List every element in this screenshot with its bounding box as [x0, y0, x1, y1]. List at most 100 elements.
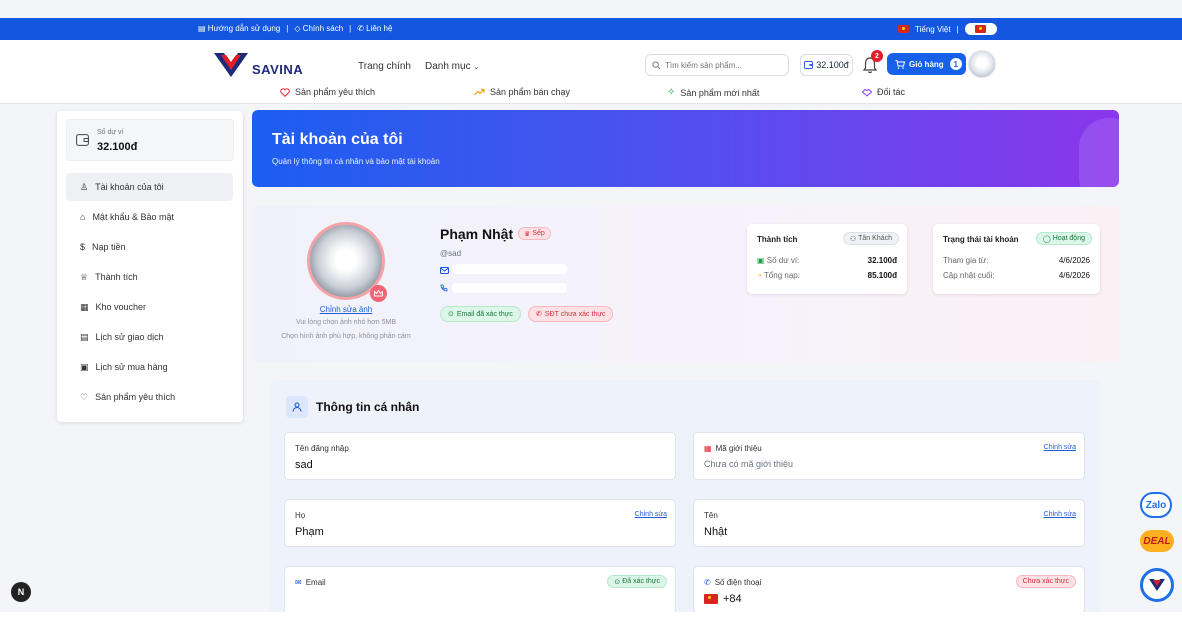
email-field: ✉ Email ⊙ Đã xác thực — [284, 566, 676, 614]
phone-icon: ✆ — [536, 311, 542, 318]
page-banner: Tài khoản của tôi Quản lý thông tin cá n… — [252, 110, 1119, 187]
lock-icon: ⌂ — [80, 212, 86, 222]
email-verified-badge: ⊙ Đã xác thực — [607, 575, 667, 588]
profile-summary: Chỉnh sửa ảnh Vui lòng chọn ảnh nhỏ hơn … — [252, 206, 1119, 362]
profile-name: Phạm Nhật — [440, 226, 514, 242]
edit-referral-link[interactable]: Chỉnh sửa — [1044, 444, 1076, 451]
deal-button[interactable]: DEAL — [1140, 530, 1174, 552]
gift-icon: ▦ — [80, 301, 89, 312]
phone-icon — [440, 284, 448, 292]
bottom-strip — [0, 612, 1182, 622]
sidebar-item-account[interactable]: ♙ Tài khoản của tôi — [66, 173, 233, 201]
user-icon: ♙ — [80, 181, 89, 192]
account-status-card: Trạng thái tài khoản ◯ Hoạt động Tham gia… — [933, 224, 1100, 294]
sidebar-item-security[interactable]: ⌂ Mật khẩu & Bảo mật — [66, 203, 233, 231]
phone-unverified-tag: ✆ SĐT chưa xác thực — [528, 306, 614, 322]
email-verified-tag: ⊙ Email đã xác thực — [440, 306, 521, 322]
wallet-icon: ▣ — [757, 256, 765, 265]
subnav-favorites[interactable]: Sản phẩm yêu thích — [280, 87, 375, 97]
rank-badge: ⚇ Tân Khách — [842, 232, 899, 245]
vietnam-flag-icon — [898, 25, 909, 33]
edit-last-name-link[interactable]: Chỉnh sửa — [635, 511, 667, 518]
nav-home[interactable]: Trang chính — [358, 61, 411, 72]
header: SAVINA Trang chính Danh mục ⌄ 32.100đ 2 … — [0, 40, 1182, 104]
status-badge: ◯ Hoạt động — [1035, 232, 1092, 245]
coins-icon: ◔ — [757, 271, 762, 280]
trophy-icon: ♕ — [80, 271, 89, 282]
sidebar-item-vouchers[interactable]: ▦ Kho voucher — [66, 293, 233, 321]
account-sidebar: Số dư ví 32.100đ ♙ Tài khoản của tôi ⌂ Mật… — [57, 111, 243, 422]
achievement-card: Thành tích ⚇ Tân Khách ▣ Số dư ví: 32.100đ… — [747, 224, 907, 294]
cart-button[interactable]: Giỏ hàng 1 — [887, 53, 966, 75]
handshake-icon — [862, 88, 872, 97]
last-name-field: Họ Phạm Chỉnh sửa — [284, 499, 676, 547]
top-links: ▤ Hướng dẫn sử dụng | ◇ Chính sách | ✆ L… — [198, 24, 393, 33]
sidebar-item-transactions[interactable]: ▤ Lịch sử giao dịch — [66, 323, 233, 351]
nav-categories[interactable]: Danh mục ⌄ — [425, 61, 479, 72]
top-bar: ▤ Hướng dẫn sử dụng | ◇ Chính sách | ✆ L… — [0, 18, 1182, 40]
savina-logo-icon — [214, 53, 248, 77]
page-subtitle: Quản lý thông tin cá nhân và bảo mật tài… — [272, 157, 440, 166]
profile-handle: @sad — [440, 249, 462, 258]
crown-icon — [370, 285, 387, 302]
user-icon — [286, 396, 308, 418]
banner-decoration — [1079, 118, 1119, 187]
wallet-icon — [804, 61, 814, 69]
phone-icon: ✆ — [704, 578, 711, 587]
language-toggle[interactable] — [964, 23, 997, 35]
contact-link[interactable]: ✆ Liên hệ — [357, 24, 392, 33]
vietnam-flag-icon — [704, 594, 718, 604]
heart-icon — [280, 87, 290, 97]
gift-icon: ▦ — [704, 444, 712, 453]
page-title: Tài khoản của tôi — [272, 131, 403, 148]
first-name-field: Tên Nhật Chỉnh sửa — [693, 499, 1085, 547]
phone-unverified-badge: Chưa xác thực — [1015, 575, 1076, 588]
check-circle-icon: ⊙ — [614, 578, 621, 586]
guide-link[interactable]: ▤ Hướng dẫn sử dụng — [198, 24, 280, 33]
sidebar-item-orders[interactable]: ▣ Lịch sử mua hàng — [66, 353, 233, 381]
logo[interactable]: SAVINA — [212, 50, 303, 80]
heart-icon: ♡ — [80, 391, 89, 402]
referral-field: ▦ Mã giới thiệu Chưa có mã giới thiệu Chỉ… — [693, 432, 1085, 480]
username-field: Tên đăng nhập sad — [284, 432, 676, 480]
search-box[interactable] — [645, 54, 789, 76]
mail-icon — [440, 267, 449, 274]
cart-count-badge: 1 — [949, 58, 962, 70]
main-nav: Trang chính Danh mục ⌄ — [358, 61, 479, 72]
sidebar-item-achievements[interactable]: ♕ Thành tích — [66, 263, 233, 291]
language-selector[interactable]: Tiếng Việt | — [898, 23, 997, 35]
role-badge: ♛ Sếp — [518, 227, 551, 240]
sidebar-item-topup[interactable]: $ Nạp tiền — [66, 233, 233, 261]
clipboard-icon: ▣ — [80, 361, 89, 372]
wallet-icon — [76, 134, 89, 146]
user-avatar[interactable] — [968, 50, 996, 78]
users-icon: ⚇ — [849, 235, 857, 243]
sidebar-menu: ♙ Tài khoản của tôi ⌂ Mật khẩu & Bảo mật $… — [66, 173, 233, 413]
notification-badge: 2 — [871, 50, 883, 62]
edit-photo-link[interactable]: Chỉnh sửa ảnh — [252, 305, 440, 314]
subnav-partners[interactable]: Đối tác — [862, 87, 905, 97]
chevron-down-icon: ⌄ — [473, 64, 480, 71]
dev-indicator-badge[interactable]: N — [11, 582, 31, 602]
dollar-icon: $ — [80, 242, 86, 252]
sidebar-item-favorites[interactable]: ♡ Sản phẩm yêu thích — [66, 383, 233, 411]
edit-first-name-link[interactable]: Chỉnh sửa — [1044, 511, 1076, 518]
wallet-balance-box: Số dư ví 32.100đ — [66, 119, 234, 161]
subnav-newest[interactable]: ✧ Sản phẩm mới nhất — [667, 87, 759, 98]
phone-field: ✆ Số điện thoại Chưa xác thực +84 — [693, 566, 1085, 614]
balance-chip[interactable]: 32.100đ — [800, 54, 853, 76]
support-chat-button[interactable] — [1140, 568, 1174, 602]
policy-link[interactable]: ◇ Chính sách — [294, 24, 343, 33]
phone-redacted — [452, 283, 567, 293]
photo-hint-content: Chọn hình ảnh phù hợp, không phản cảm — [281, 333, 411, 340]
savina-logo-icon — [1149, 579, 1165, 591]
flag-icon — [975, 25, 987, 33]
subnav-bestsellers[interactable]: Sản phẩm bán chạy — [474, 87, 570, 97]
zalo-button[interactable]: Zalo — [1140, 492, 1172, 518]
personal-info-section: Thông tin cá nhân Tên đăng nhập sad ▦ Mã … — [270, 380, 1100, 622]
receipt-icon: ▤ — [80, 331, 89, 342]
check-circle-icon: ⊙ — [448, 311, 454, 318]
email-redacted — [452, 264, 567, 274]
shield-icon: ◯ — [1042, 235, 1051, 243]
search-input[interactable] — [665, 60, 775, 70]
